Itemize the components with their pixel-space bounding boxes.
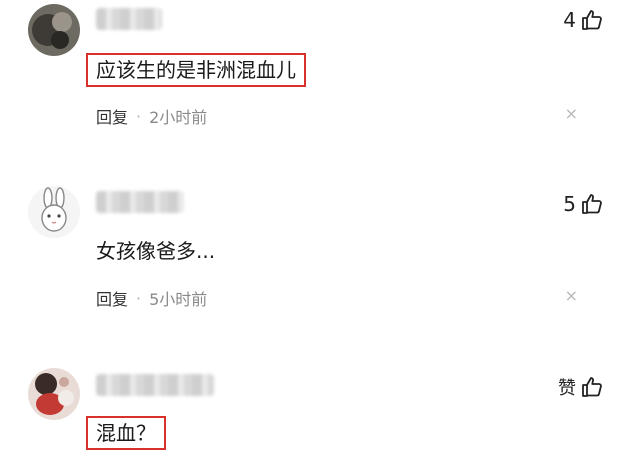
like-button[interactable]: 赞	[558, 374, 604, 400]
comment-text: 混血？	[86, 416, 166, 450]
like-button[interactable]: 5	[563, 192, 604, 216]
thumbs-up-icon	[582, 377, 602, 397]
avatar[interactable]	[28, 368, 80, 420]
thumbs-up-icon	[582, 194, 602, 214]
timestamp: 5小时前	[149, 290, 208, 309]
username-blurred[interactable]	[96, 374, 214, 396]
avatar[interactable]	[28, 186, 80, 238]
close-icon[interactable]: ×	[565, 106, 578, 122]
meta-separator: ·	[136, 288, 142, 308]
timestamp: 2小时前	[149, 108, 208, 127]
like-count: 4	[563, 8, 576, 32]
like-button[interactable]: 4	[563, 8, 604, 32]
thumbs-up-icon	[582, 10, 602, 30]
close-icon[interactable]: ×	[565, 288, 578, 304]
reply-button[interactable]: 回复	[96, 286, 128, 310]
username-blurred[interactable]	[96, 191, 184, 213]
reply-button[interactable]: 回复	[96, 104, 128, 128]
like-label: 赞	[558, 378, 576, 399]
like-count: 5	[563, 192, 576, 216]
comment-text: 女孩像爸多...	[96, 239, 216, 263]
comment-meta: 回复 · 5小时前	[96, 286, 207, 310]
comment-text: 应该生的是非洲混血儿	[86, 53, 306, 87]
avatar[interactable]	[28, 4, 80, 56]
comment-meta: 回复 · 2小时前	[96, 104, 207, 128]
meta-separator: ·	[136, 106, 142, 126]
username-blurred[interactable]	[96, 8, 162, 30]
